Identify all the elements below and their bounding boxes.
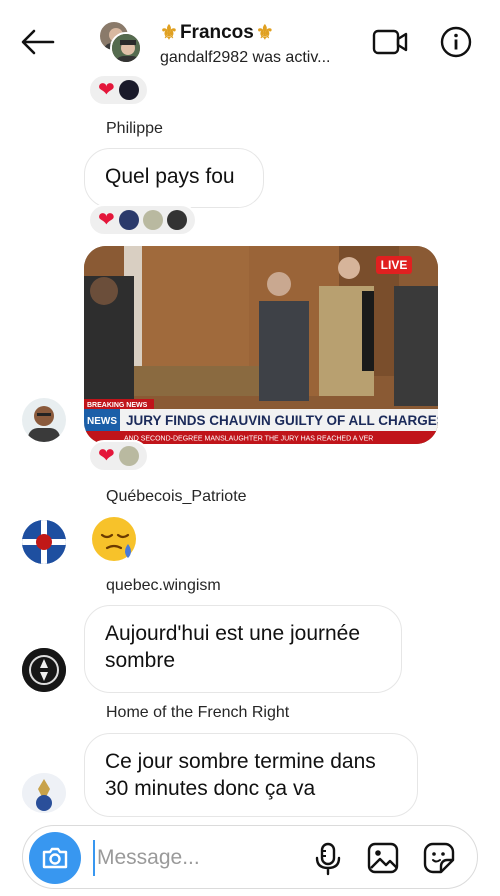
chat-title-area[interactable]: ⚜ Francos ⚜ gandalf2982 was activ... (160, 20, 360, 67)
fleur-de-lis-icon: ⚜ (160, 22, 178, 44)
back-arrow-icon (21, 29, 55, 55)
sender-name: quebec.wingism (106, 577, 221, 594)
reactor-avatar (142, 210, 163, 230)
breaking-news-label: BREAKING NEWS (87, 402, 148, 409)
message-text-line: 30 minutes donc ça va (105, 777, 316, 800)
voice-message-button[interactable] (313, 842, 343, 876)
message-composer (22, 825, 478, 889)
sender-avatar[interactable] (22, 648, 66, 692)
message-bubble[interactable]: Aujourd'hui est une journée sombre (84, 605, 402, 693)
news-ticker: AND SECOND-DEGREE MANSLAUGHTER THE JURY … (124, 436, 373, 443)
reactor-avatar (118, 446, 139, 466)
message-bubble[interactable]: Quel pays fou (84, 148, 264, 208)
message-text-line: sombre (105, 649, 176, 672)
emoji-message[interactable]: 😪 (90, 514, 140, 564)
info-icon (440, 26, 472, 58)
camera-button[interactable] (29, 832, 81, 884)
sender-name: Québecois_Patriote (106, 488, 247, 505)
chat-header: ⚜ Francos ⚜ gandalf2982 was activ... (0, 0, 500, 80)
emoji-text: 😪 (140, 514, 141, 515)
video-call-button[interactable] (372, 28, 408, 56)
group-avatar-2 (110, 32, 142, 64)
activity-status: gandalf2982 was activ... (160, 49, 331, 66)
microphone-icon (315, 842, 341, 876)
sender-avatar[interactable] (22, 398, 66, 442)
sticker-icon (423, 842, 455, 874)
channel-logo: NEWS (87, 416, 117, 427)
reactor-avatar (118, 210, 139, 230)
message-text-line: Ce jour sombre termine dans (105, 750, 376, 773)
sender-name: Philippe (106, 120, 163, 137)
message-reactions[interactable]: ❤ (88, 74, 149, 106)
chat-title: ⚜ Francos ⚜ (160, 20, 360, 45)
live-badge: LIVE (381, 258, 408, 272)
camera-icon (42, 847, 68, 869)
video-thumbnail: LIVE BREAKING NEWS NEWS JURY FINDS CHAUV… (84, 246, 438, 444)
heart-icon: ❤ (98, 445, 115, 467)
sender-name: Home of the French Right (106, 704, 290, 721)
heart-icon: ❤ (98, 209, 115, 231)
video-call-icon (372, 29, 408, 55)
message-reactions[interactable]: ❤ (88, 440, 149, 472)
gallery-button[interactable] (367, 842, 399, 874)
reactor-avatar (118, 80, 139, 100)
message-text-line: Aujourd'hui est une journée (105, 622, 361, 645)
sender-avatar[interactable] (22, 773, 66, 813)
sticker-button[interactable] (423, 842, 455, 874)
reactor-avatar (166, 210, 187, 230)
message-reactions[interactable]: ❤ (88, 204, 197, 236)
news-chyron: JURY FINDS CHAUVIN GUILTY OF ALL CHARGES (126, 413, 438, 428)
info-button[interactable] (440, 26, 472, 58)
heart-icon: ❤ (98, 79, 115, 101)
message-input[interactable] (93, 840, 293, 876)
message-bubble[interactable]: Ce jour sombre termine dans 30 minutes d… (84, 733, 418, 817)
group-avatar[interactable] (98, 20, 146, 66)
chat-title-text: Francos (179, 21, 254, 43)
sleepy-face-emoji (92, 517, 136, 561)
fleur-de-lis-icon: ⚜ (255, 22, 274, 44)
sender-avatar[interactable] (22, 520, 66, 564)
gallery-icon (367, 842, 399, 874)
back-button[interactable] (18, 24, 58, 60)
shared-video-message[interactable]: LIVE BREAKING NEWS NEWS JURY FINDS CHAUV… (84, 246, 438, 444)
